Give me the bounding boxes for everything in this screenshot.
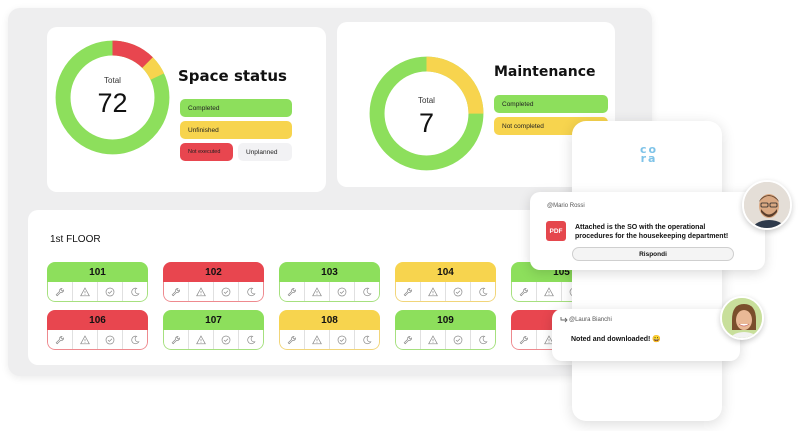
moon-icon[interactable] <box>471 282 495 301</box>
moon-icon[interactable] <box>123 330 147 349</box>
check-circle-icon[interactable] <box>214 282 239 301</box>
room-actions <box>47 282 148 302</box>
avatar-laura <box>720 296 764 340</box>
room-actions <box>395 330 496 350</box>
total-label: Total <box>418 96 435 105</box>
card-title: Maintenance <box>494 64 596 80</box>
room-card[interactable]: 101 <box>47 262 148 302</box>
total-value: 72 <box>97 88 128 118</box>
wrench-icon[interactable] <box>512 282 537 301</box>
warning-icon[interactable] <box>421 330 446 349</box>
reply-arrow-icon <box>560 317 568 323</box>
maintenance-center: Total 7 <box>369 56 484 171</box>
phone-mockup <box>572 121 722 421</box>
check-circle-icon[interactable] <box>330 330 355 349</box>
floor-title: 1st FLOOR <box>50 234 101 245</box>
warning-icon[interactable] <box>73 282 98 301</box>
legend-completed: Completed <box>494 95 608 113</box>
room-number: 101 <box>47 262 148 282</box>
room-actions <box>279 330 380 350</box>
moon-icon[interactable] <box>239 282 263 301</box>
legend-not-executed: Not executed <box>180 143 233 161</box>
check-circle-icon[interactable] <box>98 330 123 349</box>
check-circle-icon[interactable] <box>214 330 239 349</box>
message-text: Noted and downloaded! 😀 <box>571 336 661 343</box>
room-card[interactable]: 103 <box>279 262 380 302</box>
moon-icon[interactable] <box>355 282 379 301</box>
moon-icon[interactable] <box>123 282 147 301</box>
check-circle-icon[interactable] <box>446 282 471 301</box>
wrench-icon[interactable] <box>396 330 421 349</box>
check-circle-icon[interactable] <box>98 282 123 301</box>
legend-unplanned: Unplanned <box>238 143 292 161</box>
room-actions <box>47 330 148 350</box>
person-avatar-icon <box>722 298 762 338</box>
stage: Total 72 Space status Completed Unfinish… <box>0 0 800 431</box>
avatar-mario <box>742 180 792 230</box>
total-value: 7 <box>418 108 435 138</box>
check-circle-icon[interactable] <box>446 330 471 349</box>
room-actions <box>163 330 264 350</box>
moon-icon[interactable] <box>471 330 495 349</box>
message-text: Attached is the SO with the operational … <box>575 224 729 240</box>
moon-icon[interactable] <box>239 330 263 349</box>
wrench-icon[interactable] <box>512 330 537 349</box>
room-number: 103 <box>279 262 380 282</box>
wrench-icon[interactable] <box>164 330 189 349</box>
total-label: Total <box>104 76 121 85</box>
card-title: Space status <box>178 67 287 85</box>
moon-icon[interactable] <box>355 330 379 349</box>
wrench-icon[interactable] <box>280 282 305 301</box>
room-number: 104 <box>395 262 496 282</box>
space-status-card: Total 72 Space status Completed Unfinish… <box>47 27 326 192</box>
room-card[interactable]: 104 <box>395 262 496 302</box>
warning-icon[interactable] <box>537 282 562 301</box>
check-circle-icon[interactable] <box>330 282 355 301</box>
room-card[interactable]: 102 <box>163 262 264 302</box>
room-card[interactable]: 106 <box>47 310 148 350</box>
wrench-icon[interactable] <box>280 330 305 349</box>
app-logo: co ra <box>636 144 662 164</box>
room-actions <box>395 282 496 302</box>
wrench-icon[interactable] <box>48 330 73 349</box>
warning-icon[interactable] <box>305 282 330 301</box>
room-card[interactable]: 109 <box>395 310 496 350</box>
warning-icon[interactable] <box>73 330 98 349</box>
message-author: @Mario Rossi <box>547 203 585 209</box>
reply-button[interactable]: Rispondi <box>572 247 734 261</box>
warning-icon[interactable] <box>305 330 330 349</box>
warning-icon[interactable] <box>189 282 214 301</box>
wrench-icon[interactable] <box>48 282 73 301</box>
room-number: 106 <box>47 310 148 330</box>
room-card[interactable]: 107 <box>163 310 264 350</box>
room-number: 109 <box>395 310 496 330</box>
room-actions <box>279 282 380 302</box>
pdf-label: PDF <box>549 227 563 235</box>
room-actions <box>163 282 264 302</box>
room-number: 102 <box>163 262 264 282</box>
message-author: @Laura Bianchi <box>569 317 612 323</box>
space-status-center: Total 72 <box>55 40 170 155</box>
legend-unfinished: Unfinished <box>180 121 292 139</box>
wrench-icon[interactable] <box>164 282 189 301</box>
pdf-attachment-icon[interactable]: PDF <box>546 221 566 241</box>
person-avatar-icon <box>744 182 790 228</box>
warning-icon[interactable] <box>189 330 214 349</box>
room-number: 108 <box>279 310 380 330</box>
legend-completed: Completed <box>180 99 292 117</box>
room-number: 107 <box>163 310 264 330</box>
warning-icon[interactable] <box>421 282 446 301</box>
room-card[interactable]: 108 <box>279 310 380 350</box>
wrench-icon[interactable] <box>396 282 421 301</box>
